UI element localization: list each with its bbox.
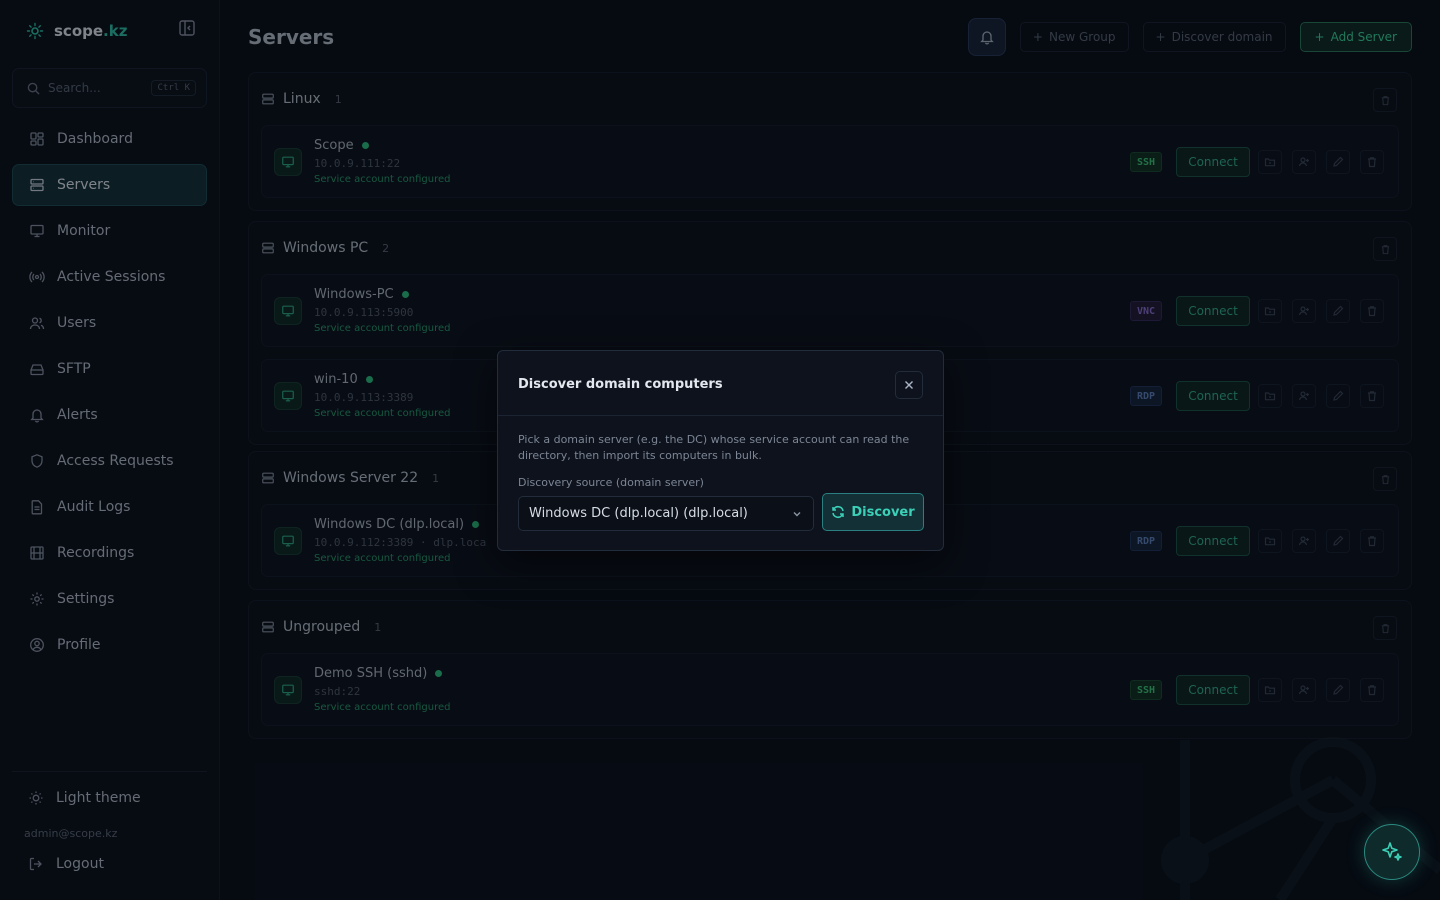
close-dialog-button[interactable]: [895, 371, 923, 399]
dialog-description: Pick a domain server (e.g. the DC) whose…: [518, 433, 910, 462]
sparkle-icon: [1382, 842, 1402, 861]
selected-source: Windows DC (dlp.local) (dlp.local): [529, 506, 748, 521]
close-icon: [905, 381, 913, 389]
chevron-down-icon: [793, 512, 801, 517]
discover-domain-dialog: Discover domain computers Pick a domain …: [497, 350, 944, 551]
refresh-icon: [832, 505, 845, 519]
discover-button[interactable]: Discover: [822, 493, 924, 531]
discovery-source-select[interactable]: Windows DC (dlp.local) (dlp.local): [518, 496, 814, 531]
discovery-source-label: Discovery source (domain server): [518, 476, 704, 489]
dialog-title: Discover domain computers: [518, 377, 723, 392]
dialog-header: Discover domain computers: [498, 351, 943, 416]
ai-assistant-button[interactable]: [1364, 824, 1420, 880]
